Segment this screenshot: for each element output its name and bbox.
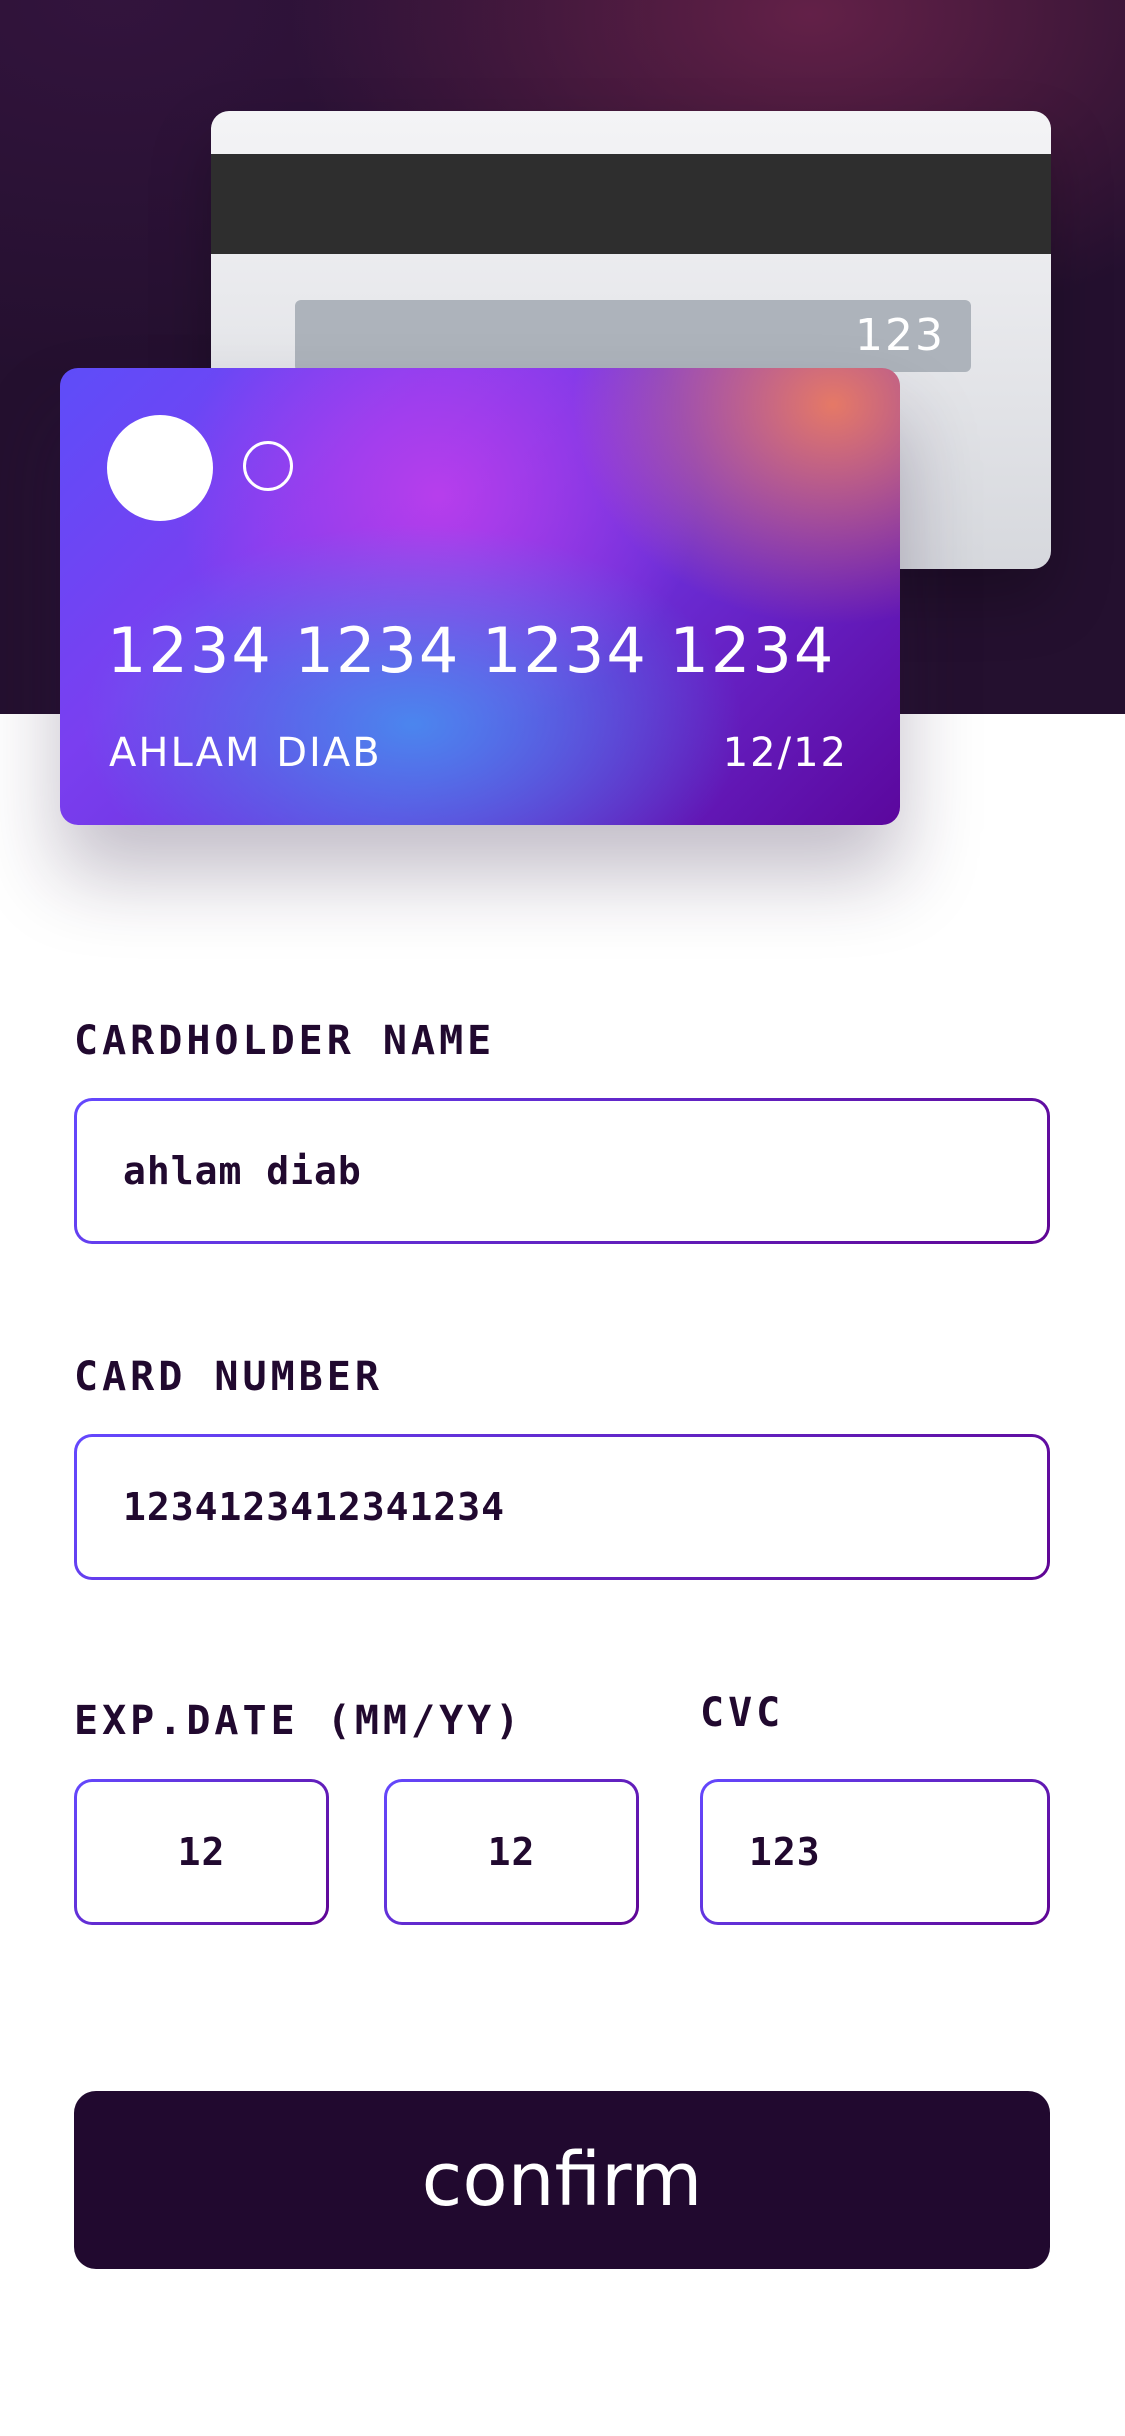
signature-strip: 123 [295, 300, 971, 372]
magnetic-stripe [211, 154, 1051, 254]
cardholder-name-value: ahlam diab [123, 1149, 362, 1193]
card-number-field[interactable]: 1234123412341234 [74, 1434, 1050, 1580]
card-back-cvc: 123 [855, 310, 945, 361]
card-front-number: 1234 1234 1234 1234 [107, 614, 836, 687]
cvc-value: 123 [749, 1830, 821, 1874]
card-front-preview: 1234 1234 1234 1234 AHLAM DIAB 12/12 [60, 368, 900, 825]
exp-month-field[interactable]: 12 [74, 1779, 329, 1925]
cardholder-name-field[interactable]: ahlam diab [74, 1098, 1050, 1244]
exp-year-value: 12 [487, 1830, 536, 1874]
card-logo-outline-circle-icon [243, 441, 293, 491]
exp-year-field[interactable]: 12 [384, 1779, 639, 1925]
card-front-holder: AHLAM DIAB [109, 730, 382, 776]
exp-date-label: EXP.DATE (MM/YY) [74, 1698, 524, 1744]
cvc-label: CVC [700, 1690, 785, 1736]
confirm-button[interactable]: confirm [74, 2091, 1050, 2269]
card-logo-filled-circle-icon [107, 415, 213, 521]
card-number-value: 1234123412341234 [123, 1485, 506, 1529]
card-number-label: CARD NUMBER [74, 1354, 383, 1400]
card-front-expiry: 12/12 [722, 730, 848, 776]
cardholder-name-label: CARDHOLDER NAME [74, 1018, 496, 1064]
exp-month-value: 12 [177, 1830, 226, 1874]
cvc-field[interactable]: 123 [700, 1779, 1050, 1925]
